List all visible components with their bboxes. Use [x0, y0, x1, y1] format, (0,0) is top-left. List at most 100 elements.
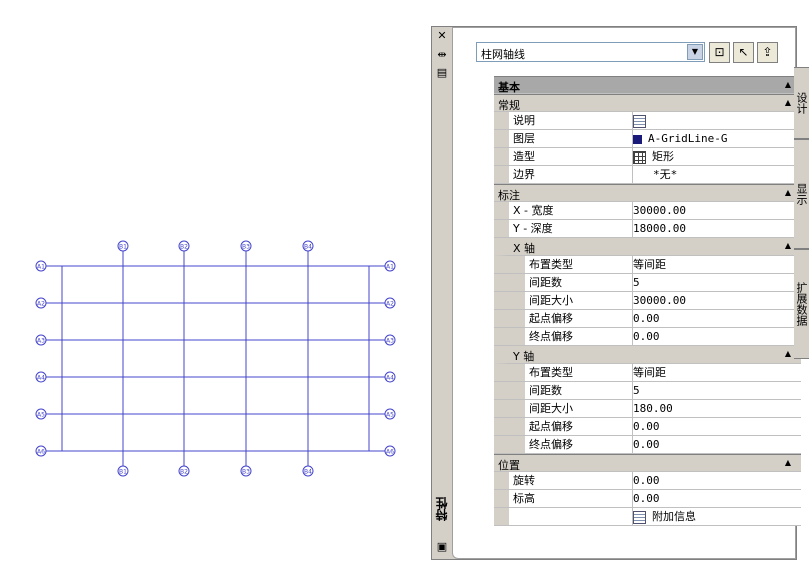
property-value[interactable]: 0.00 [633, 418, 660, 435]
property-row[interactable]: 附加信息 [494, 508, 801, 526]
close-icon[interactable]: ✕ [435, 30, 449, 42]
property-row[interactable]: 图层 A-GridLine-G [494, 130, 801, 148]
axis-bubble-bottom[interactable]: B1 [117, 465, 129, 477]
property-label: 造型 [494, 148, 633, 165]
tab-design[interactable]: 设计 [794, 67, 809, 139]
axis-bubble-bottom[interactable]: B3 [240, 465, 252, 477]
autohide-icon[interactable]: ⇹ [435, 49, 449, 61]
property-label: 图层 [494, 130, 633, 147]
axis-bubble-right[interactable]: A5 [384, 408, 396, 420]
axis-bubble-left[interactable]: A3 [35, 334, 47, 346]
axis-bubble-top[interactable]: B1 [117, 240, 129, 252]
note-icon [633, 510, 646, 524]
properties-menu-icon[interactable]: ▤ [435, 67, 449, 79]
property-label: Y - 深度 [494, 220, 633, 237]
property-value[interactable]: 5 [633, 274, 640, 291]
collapse-icon[interactable]: ▲ [785, 458, 791, 467]
axis-bubble-label: B4 [304, 244, 312, 251]
property-row[interactable]: 布置类型 等间距 [494, 364, 801, 382]
select-objects-icon[interactable]: ↖ [733, 42, 754, 63]
property-value[interactable]: 5 [633, 382, 640, 399]
property-value[interactable]: 0.00 [633, 328, 660, 345]
property-row[interactable]: 间距大小 30000.00 [494, 292, 801, 310]
property-value[interactable] [633, 112, 652, 129]
property-value[interactable]: 30000.00 [633, 202, 686, 219]
property-row[interactable]: X - 宽度 30000.00 [494, 202, 801, 220]
chevron-down-icon[interactable]: ▼ [687, 44, 703, 60]
property-value[interactable]: 0.00 [633, 436, 660, 453]
property-value[interactable]: 等间距 [633, 364, 666, 381]
property-value[interactable]: *无* [633, 166, 677, 183]
axis-bubble-top[interactable]: B4 [302, 240, 314, 252]
collapse-icon[interactable]: ▲ [785, 80, 791, 89]
axis-bubble-bottom[interactable]: B4 [302, 465, 314, 477]
property-row[interactable]: 标高 0.00 [494, 490, 801, 508]
axis-bubble-label: A1 [386, 264, 394, 271]
property-value[interactable]: 0.00 [633, 472, 660, 489]
axis-bubble-right[interactable]: A3 [384, 334, 396, 346]
axis-bubble-left[interactable]: A1 [35, 260, 47, 272]
property-value[interactable]: 0.00 [633, 310, 660, 327]
axis-bubble-label: B3 [242, 244, 250, 251]
axis-bubble-label: A1 [37, 264, 45, 271]
category-row[interactable]: 位置 ▲ [494, 454, 801, 472]
axis-bubble-left[interactable]: A2 [35, 297, 47, 309]
property-value[interactable]: 矩形 [633, 148, 674, 165]
category-row[interactable]: 基本 ▲ [494, 76, 801, 94]
collapse-icon[interactable]: ▲ [785, 349, 791, 358]
axis-bubble-bottom[interactable]: B2 [178, 465, 190, 477]
axis-bubble-right[interactable]: A2 [384, 297, 396, 309]
property-row[interactable]: 布置类型 等间距 [494, 256, 801, 274]
subcategory-row[interactable]: X 轴 ▲ [494, 238, 801, 256]
palette-settings-icon[interactable]: ▣ [435, 541, 449, 553]
property-label: 间距数 [494, 382, 633, 399]
axis-bubble-label: B2 [180, 244, 188, 251]
property-value[interactable]: 等间距 [633, 256, 666, 273]
property-value[interactable]: 附加信息 [633, 508, 696, 525]
property-row[interactable]: 间距数 5 [494, 382, 801, 400]
axis-bubble-left[interactable]: A4 [35, 371, 47, 383]
property-label: 间距大小 [494, 292, 633, 309]
axis-bubble-left[interactable]: A5 [35, 408, 47, 420]
property-row[interactable]: Y - 深度 18000.00 [494, 220, 801, 238]
property-value[interactable]: A-GridLine-G [633, 130, 727, 147]
collapse-icon[interactable]: ▲ [785, 188, 791, 197]
property-value[interactable]: 180.00 [633, 400, 673, 417]
axis-bubble-top[interactable]: B2 [178, 240, 190, 252]
property-value[interactable]: 30000.00 [633, 292, 686, 309]
axis-bubble-label: B4 [304, 469, 312, 476]
property-row[interactable]: 说明 [494, 112, 801, 130]
subcategory-row[interactable]: Y 轴 ▲ [494, 346, 801, 364]
category-row[interactable]: 常规 ▲ [494, 94, 801, 112]
property-row[interactable]: 造型 矩形 [494, 148, 801, 166]
collapse-icon[interactable]: ▲ [785, 98, 791, 107]
tab-display[interactable]: 显示 [794, 139, 809, 249]
palette-title-bar[interactable]: ✕ ⇹ ▤ 特性 ▣ [432, 27, 453, 559]
axis-bubble-right[interactable]: A4 [384, 371, 396, 383]
object-type-select[interactable]: 柱网轴线 ▼ [476, 42, 705, 62]
axis-bubble-label: A3 [37, 338, 45, 345]
toggle-pickadd-icon[interactable]: ⇪ [757, 42, 778, 63]
drawing-canvas[interactable]: A1 A1 A2 A2 A3 A3 A4 A4 A5 A5 A6 A6 B1 B1 B2 B2 B3 B3 B4 B4 [0, 0, 425, 569]
collapse-icon[interactable]: ▲ [785, 241, 791, 250]
property-value[interactable]: 0.00 [633, 490, 660, 507]
property-row[interactable]: 终点偏移 0.00 [494, 328, 801, 346]
property-row[interactable]: 间距大小 180.00 [494, 400, 801, 418]
axis-bubble-top[interactable]: B3 [240, 240, 252, 252]
tab-extended-data[interactable]: 扩展数据 [794, 249, 809, 359]
axis-bubble-right[interactable]: A1 [384, 260, 396, 272]
property-row[interactable]: 旋转 0.00 [494, 472, 801, 490]
note-icon [633, 114, 646, 128]
column-grid-drawing[interactable]: A1 A1 A2 A2 A3 A3 A4 A4 A5 A5 A6 A6 B1 B1 B2 B2 B3 B3 B4 B4 [0, 0, 425, 569]
property-row[interactable]: 起点偏移 0.00 [494, 418, 801, 436]
property-row[interactable]: 终点偏移 0.00 [494, 436, 801, 454]
axis-bubble-right[interactable]: A6 [384, 445, 396, 457]
axis-bubble-left[interactable]: A6 [35, 445, 47, 457]
axis-bubble-label: A5 [37, 412, 45, 419]
property-row[interactable]: 起点偏移 0.00 [494, 310, 801, 328]
category-row[interactable]: 标注 ▲ [494, 184, 801, 202]
property-row[interactable]: 边界 *无* [494, 166, 801, 184]
property-value[interactable]: 18000.00 [633, 220, 686, 237]
property-row[interactable]: 间距数 5 [494, 274, 801, 292]
quick-select-icon[interactable]: ⊡ [709, 42, 730, 63]
